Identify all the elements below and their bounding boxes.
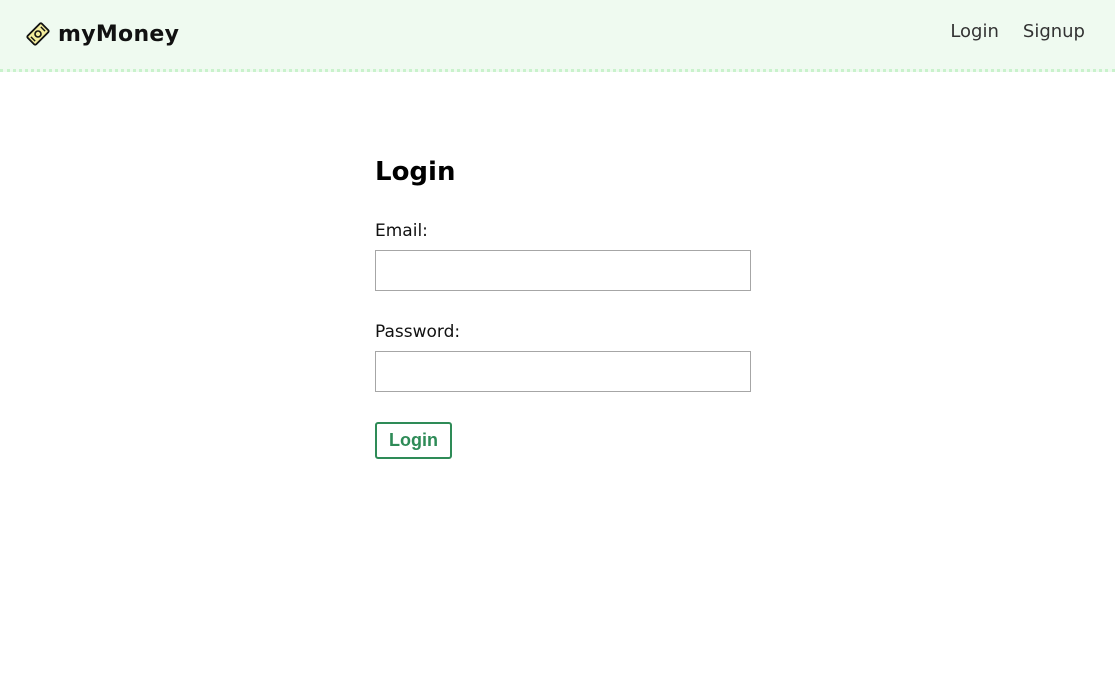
nav-login-link[interactable]: Login — [950, 21, 999, 42]
password-label: Password: — [375, 322, 461, 342]
email-field-group: Email: — [375, 220, 751, 291]
nav-links: Login Signup — [950, 21, 1085, 42]
email-input[interactable] — [375, 250, 751, 291]
navbar: myMoney Login Signup — [0, 0, 1115, 72]
login-button[interactable]: Login — [375, 422, 452, 459]
login-form: Login Email: Password: Login — [375, 150, 751, 459]
email-label: Email: — [375, 221, 428, 241]
brand[interactable]: myMoney — [26, 19, 179, 49]
password-input[interactable] — [375, 351, 751, 392]
form-title: Login — [375, 157, 456, 187]
brand-name: myMoney — [58, 21, 180, 47]
password-field-group: Password: — [375, 321, 751, 392]
money-bill-icon — [26, 22, 50, 46]
nav-signup-link[interactable]: Signup — [1023, 21, 1085, 42]
